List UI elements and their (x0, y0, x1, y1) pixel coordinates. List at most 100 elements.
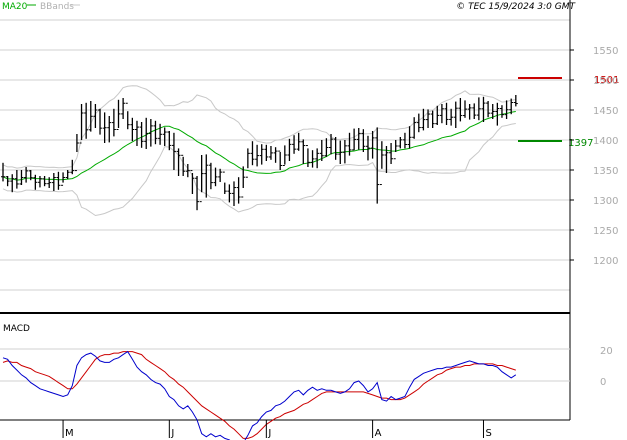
y-tick-label: 1450 (593, 106, 618, 117)
ohlc-bar (139, 122, 144, 148)
ohlc-bar (19, 170, 24, 185)
ohlc-bar (463, 100, 467, 118)
x-tick-label: M (65, 428, 74, 439)
ohlc-bar (218, 168, 223, 182)
macd-line (2, 350, 517, 440)
ohlc-bar (268, 146, 273, 160)
ohlc-bar (430, 110, 435, 128)
legend-bbands: BBands (40, 2, 74, 12)
ohlc-bar (361, 129, 366, 152)
ohlc-bar (65, 170, 70, 179)
ohlc-bar (241, 166, 246, 198)
ohlc-bar (37, 176, 42, 188)
ohlc-bar (181, 154, 186, 176)
y-tick-label: 1550 (593, 46, 618, 57)
ohlc-bar (495, 102, 500, 126)
ohlc-bar (499, 105, 504, 118)
ohlc-bar (486, 101, 491, 118)
ohlc-bar (102, 112, 107, 143)
y-tick-label: 1400 (593, 136, 618, 147)
ohlc-bar (379, 141, 384, 186)
ohlc-bar (315, 148, 320, 169)
ohlc-bar (310, 150, 315, 168)
y-tick-label: 1250 (593, 226, 618, 237)
ohlc-bar (208, 162, 213, 190)
ohlc-bar (144, 117, 149, 149)
ohlc-bar (250, 141, 255, 166)
ohlc-bar (287, 138, 292, 161)
macd-y-tick-label: 0 (600, 377, 606, 388)
ohlc-bar (296, 132, 301, 151)
ohlc-bar (352, 128, 357, 151)
ohlc-bar (435, 105, 440, 125)
signal-line (2, 351, 516, 439)
macd-title: MACD (3, 324, 30, 334)
ohlc-bar (125, 102, 130, 130)
ohlc-bar (449, 108, 454, 126)
x-axis: MJJAS (62, 420, 492, 439)
ohlc-bar (255, 144, 260, 167)
ohlc-bar (347, 132, 352, 156)
ohlc-bar (42, 176, 47, 187)
ohlc-bar (98, 108, 103, 135)
x-tick-label: S (485, 428, 491, 439)
x-tick-label: J (170, 428, 174, 439)
ohlc-bar (232, 181, 236, 206)
ohlc-bar (402, 132, 407, 149)
ohlc-bar (513, 95, 518, 107)
ohlc-bar (121, 98, 126, 119)
ohlc-bar (375, 127, 380, 204)
y-tick-label: 1300 (593, 196, 618, 207)
ohlc-bar (93, 104, 98, 128)
ohlc-bar (356, 128, 361, 150)
ohlc-bar (259, 144, 264, 165)
macd-gridlines (0, 348, 570, 382)
ohlc-bar (264, 144, 269, 161)
y-tick-label: 1350 (593, 166, 618, 177)
ohlc-bar (33, 174, 38, 190)
ohlc-bar (51, 173, 56, 191)
ohlc-bar (199, 155, 204, 203)
ohlc-bar (56, 171, 61, 190)
ohlc-bar (245, 148, 250, 178)
ohlc-bar (439, 104, 444, 124)
ohlc-bar (476, 97, 481, 121)
macd-lines (2, 350, 517, 440)
macd-y-ticks: 20 0 (600, 346, 613, 388)
ohlc-bar (407, 126, 412, 149)
y-tick-label: 1500 (593, 76, 618, 87)
y-tick-label: 1200 (593, 256, 618, 267)
price-y-ticks: 1550 1500 1450 1400 1350 1300 1250 1200 (570, 46, 618, 267)
ohlc-bar (153, 120, 158, 145)
ohlc-bar (481, 96, 486, 122)
ohlc-bar (453, 101, 458, 128)
copyright-text: © TEC 15/9/2024 3:0 GMT (456, 2, 576, 12)
ohlc-bar (282, 145, 287, 166)
ohlc-bar (389, 143, 394, 164)
ohlc-bar (398, 137, 403, 149)
ohlc-bar (24, 167, 29, 183)
ohlc-bar (116, 99, 121, 130)
ohlc-bar (130, 117, 135, 142)
ohlc-bar (421, 108, 426, 131)
ohlc-bar (107, 116, 112, 143)
ohlc-bar (472, 103, 477, 119)
ohlc-bar (111, 108, 116, 137)
ohlc-bar (61, 172, 66, 186)
ohlc-bar (292, 135, 297, 154)
ohlc-bar (305, 145, 310, 167)
legend-ma20: MA20 (2, 2, 28, 12)
ohlc-bar (171, 132, 176, 170)
ohlc-bar (195, 176, 200, 211)
ohlc-bar (5, 176, 10, 187)
stock-chart: 15011397 1550150014501400135013001250120… (0, 0, 619, 440)
ohlc-bar (273, 147, 278, 163)
ohlc-bar (134, 120, 139, 146)
x-tick-label: J (267, 428, 271, 439)
x-tick-label: A (375, 428, 382, 439)
ohlc-bar (158, 123, 163, 145)
ohlc-bar (370, 131, 375, 159)
ohlc-bar (416, 113, 421, 133)
ohlc-bar (10, 174, 15, 193)
ohlc-bar (176, 148, 181, 176)
